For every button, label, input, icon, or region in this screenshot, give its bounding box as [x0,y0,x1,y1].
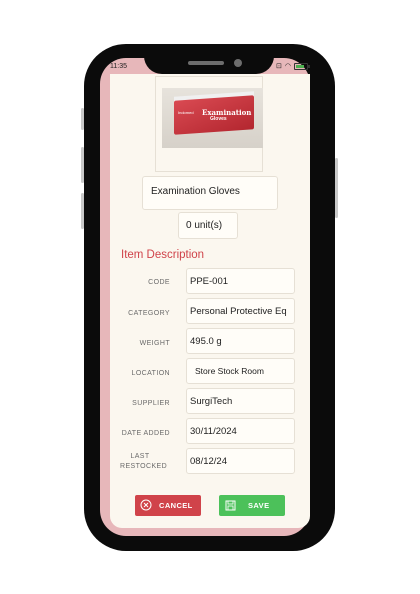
product-box-brand: Indomed [178,110,194,115]
category-value: Personal Protective Eq [190,306,287,317]
quantity-value: 0 unit(s) [186,220,223,231]
date-added-field[interactable]: 30/11/2024 [186,418,295,444]
notification-icon: ⊡ [276,63,282,70]
product-name: Examination Gloves [151,186,240,197]
last-restocked-field[interactable]: 08/12/24 [186,448,295,474]
battery-icon [293,62,310,70]
location-value: Store Stock Room [195,366,264,376]
code-field[interactable]: PPE-001 [186,268,295,294]
date-added-label: DATE ADDED [121,430,170,437]
phone-power-button [335,158,338,218]
phone-side-button [81,108,84,130]
status-icons: ⊡ ◠ [276,62,310,70]
last-restocked-value: 08/12/24 [190,456,227,467]
location-field[interactable]: Store Stock Room [186,358,295,384]
weight-value: 495.0 g [190,336,222,347]
weight-label: WEIGHT [139,340,170,347]
supplier-label: SUPPLIER [132,400,170,407]
section-title: Item Description [121,249,205,261]
floppy-disk-icon [225,500,236,511]
category-label: CATEGORY [128,310,170,317]
product-box-subtitle: Gloves [210,116,227,122]
save-label: SAVE [248,501,270,510]
phone-side-button [81,193,84,229]
save-button[interactable]: SAVE [219,495,285,516]
category-field[interactable]: Personal Protective Eq [186,298,295,324]
weight-field[interactable]: 495.0 g [186,328,295,354]
speaker-icon [188,61,224,65]
code-label: CODE [148,279,170,286]
phone-notch [144,44,274,74]
status-time: 11:35 [110,63,127,70]
location-label: LOCATION [131,370,170,377]
code-value: PPE-001 [190,276,229,287]
date-added-value: 30/11/2024 [190,426,237,437]
camera-icon [234,59,242,67]
phone-side-button [81,147,84,183]
last-restocked-label: LAST RESTOCKED [120,453,168,470]
supplier-field[interactable]: SurgiTech [186,388,295,414]
supplier-value: SurgiTech [190,396,233,407]
wifi-icon: ◠ [284,63,291,70]
cancel-button[interactable]: CANCEL [135,495,201,516]
cancel-label: CANCEL [159,501,193,510]
close-circle-icon [140,499,152,511]
